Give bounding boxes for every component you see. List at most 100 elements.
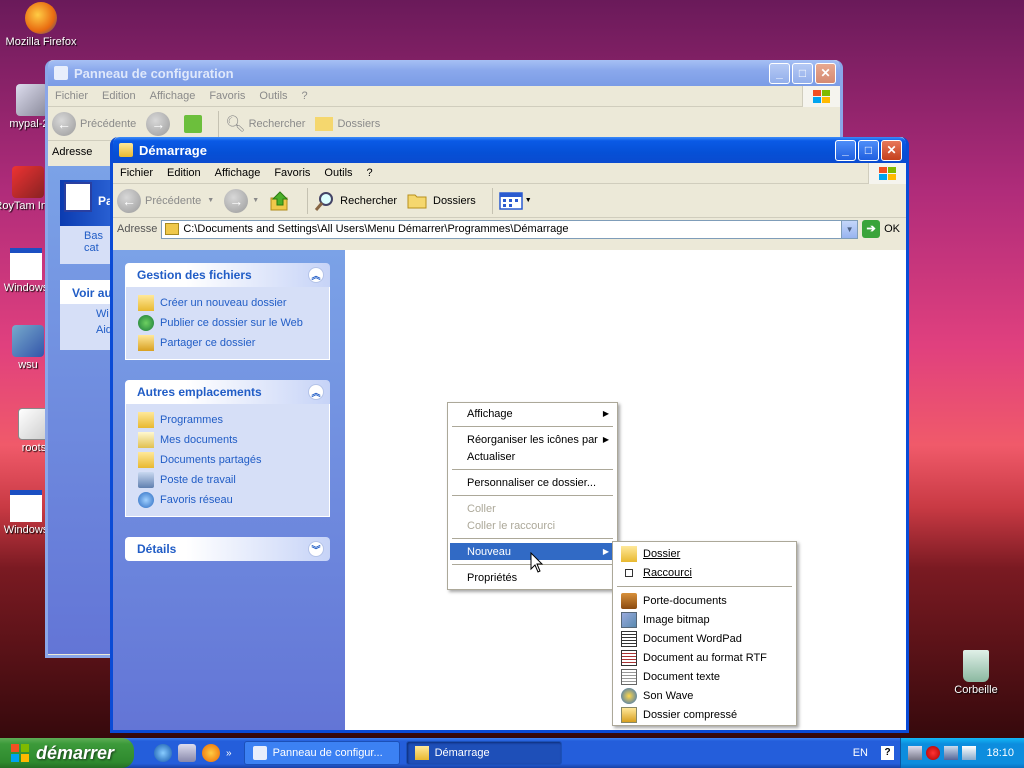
new-item-raccourci[interactable]: Raccourci xyxy=(615,563,794,582)
taskbar-item-demarrage[interactable]: Démarrage xyxy=(405,741,562,765)
folders-button[interactable]: Dossiers xyxy=(315,116,380,131)
details-header[interactable]: Détails ︾ xyxy=(125,537,330,561)
close-button[interactable]: ✕ xyxy=(815,62,836,84)
start-button[interactable]: démarrer xyxy=(0,738,134,768)
forward-button[interactable]: → xyxy=(146,111,174,136)
menu-fichier[interactable]: Fichier xyxy=(113,167,160,179)
task-publish-web[interactable]: Publier ce dossier sur le Web xyxy=(138,313,329,333)
menu-item-label: Actualiser xyxy=(467,450,516,463)
search-button[interactable]: 🔍︎ Rechercher xyxy=(225,114,305,134)
control-panel-icon xyxy=(252,746,267,760)
menu-help[interactable]: ? xyxy=(360,167,380,179)
place-programmes[interactable]: Programmes xyxy=(138,410,329,430)
folders-label: Dossiers xyxy=(433,194,476,207)
menu-edition[interactable]: Edition xyxy=(160,167,208,179)
menu-separator xyxy=(452,426,613,427)
chevron-icon[interactable]: » xyxy=(226,748,232,759)
menu-item-affichage[interactable]: Affichage ▶ xyxy=(450,405,615,422)
briefcase-icon xyxy=(621,592,637,609)
minimize-button[interactable]: _ xyxy=(769,62,790,84)
help-icon-box[interactable]: ? xyxy=(881,746,894,760)
place-favoris-reseau[interactable]: Favoris réseau xyxy=(138,490,329,510)
display-icon[interactable] xyxy=(944,746,959,760)
title-bar[interactable]: Panneau de configuration _ □ ✕ xyxy=(48,60,840,86)
start-label: démarrer xyxy=(36,742,115,763)
taskbar-item-control-panel[interactable]: Panneau de configur... xyxy=(243,741,400,765)
task-create-folder[interactable]: Créer un nouveau dossier xyxy=(138,293,329,313)
media-player-icon[interactable] xyxy=(202,744,220,762)
control-panel-icon xyxy=(54,66,68,80)
place-mes-documents[interactable]: Mes documents xyxy=(138,430,329,450)
new-item-dossier-compresse[interactable]: Dossier compressé xyxy=(615,705,794,724)
clock[interactable]: 18:10 xyxy=(986,747,1014,759)
place-documents-partages[interactable]: Documents partagés xyxy=(138,450,329,470)
network-icon[interactable] xyxy=(908,746,923,760)
details-title: Détails xyxy=(137,542,177,556)
new-item-wordpad[interactable]: Document WordPad xyxy=(615,629,794,648)
new-item-son-wave[interactable]: Son Wave xyxy=(615,686,794,705)
close-button[interactable]: ✕ xyxy=(881,139,902,161)
installer-icon xyxy=(12,166,44,198)
back-label: Précédente xyxy=(145,194,202,207)
menu-item-personnaliser[interactable]: Personnaliser ce dossier... xyxy=(450,474,615,491)
update-icon xyxy=(12,325,44,357)
menu-item-reorganiser[interactable]: Réorganiser les icônes par ▶ xyxy=(450,431,615,448)
desktop-icon-label: Windows xyxy=(3,282,49,294)
menu-item-coller-raccourci[interactable]: Coller le raccourci xyxy=(450,517,615,534)
menu-affichage[interactable]: Affichage xyxy=(143,90,203,102)
expand-icon[interactable]: ︾ xyxy=(308,541,324,557)
menu-favoris[interactable]: Favoris xyxy=(202,90,252,102)
menu-outils[interactable]: Outils xyxy=(317,167,359,179)
views-button[interactable]: ▼ xyxy=(499,191,532,211)
address-dropdown-button[interactable]: ▼ xyxy=(841,220,858,238)
menu-affichage[interactable]: Affichage xyxy=(208,167,268,179)
pane-icon xyxy=(64,182,92,212)
new-item-dossier[interactable]: Dossier xyxy=(615,544,794,563)
new-submenu: Dossier Raccourci Porte-documents Image … xyxy=(612,541,797,726)
menu-favoris[interactable]: Favoris xyxy=(267,167,317,179)
file-tasks-header[interactable]: Gestion des fichiers ︽ xyxy=(125,263,330,287)
search-button[interactable]: Rechercher xyxy=(314,190,397,212)
back-button[interactable]: ← Précédente ▼ xyxy=(117,188,214,213)
desktop-icon[interactable] xyxy=(178,744,196,762)
desktop-icon-firefox[interactable]: Mozilla Firefox xyxy=(1,2,81,48)
collapse-icon[interactable]: ︽ xyxy=(308,384,324,400)
file-tasks-body: Créer un nouveau dossier Publier ce doss… xyxy=(125,287,330,360)
menu-fichier[interactable]: Fichier xyxy=(48,90,95,102)
place-label: Programmes xyxy=(160,414,223,426)
security-icon[interactable] xyxy=(926,746,941,760)
new-item-image-bitmap[interactable]: Image bitmap xyxy=(615,610,794,629)
forward-button[interactable]: → ▼ xyxy=(224,188,259,213)
connection-icon[interactable] xyxy=(962,746,977,760)
menu-edition[interactable]: Edition xyxy=(95,90,143,102)
place-poste-de-travail[interactable]: Poste de travail xyxy=(138,470,329,490)
collapse-icon[interactable]: ︽ xyxy=(308,267,324,283)
menu-item-coller[interactable]: Coller xyxy=(450,500,615,517)
menu-outils[interactable]: Outils xyxy=(252,90,294,102)
maximize-button[interactable]: □ xyxy=(858,139,879,161)
desktop-icon-recycle-bin[interactable]: Corbeille xyxy=(936,650,1016,696)
new-item-label: Son Wave xyxy=(643,689,694,702)
up-button[interactable] xyxy=(184,114,203,133)
language-indicator[interactable]: EN xyxy=(853,747,868,759)
go-button[interactable]: ➔ OK xyxy=(862,220,900,238)
address-input[interactable]: C:\Documents and Settings\All Users\Menu… xyxy=(161,219,859,239)
back-button[interactable]: ← Précédente xyxy=(52,111,136,136)
title-bar[interactable]: Démarrage _ □ ✕ xyxy=(113,137,906,163)
new-item-texte[interactable]: Document texte xyxy=(615,667,794,686)
new-folder-icon xyxy=(138,295,154,311)
menu-item-actualiser[interactable]: Actualiser xyxy=(450,448,615,465)
menu-separator xyxy=(452,469,613,470)
menu-help[interactable]: ? xyxy=(295,90,315,102)
task-share-folder[interactable]: Partager ce dossier xyxy=(138,333,329,353)
minimize-button[interactable]: _ xyxy=(835,139,856,161)
internet-explorer-icon[interactable] xyxy=(154,744,172,762)
new-item-porte-documents[interactable]: Porte-documents xyxy=(615,591,794,610)
folders-button[interactable]: Dossiers xyxy=(407,191,476,211)
other-places-header[interactable]: Autres emplacements ︽ xyxy=(125,380,330,404)
menu-item-label: Personnaliser ce dossier... xyxy=(467,476,597,489)
up-button[interactable] xyxy=(269,190,291,212)
maximize-button[interactable]: □ xyxy=(792,62,813,84)
window-title: Panneau de configuration xyxy=(74,65,234,81)
new-item-rtf[interactable]: Document au format RTF xyxy=(615,648,794,667)
